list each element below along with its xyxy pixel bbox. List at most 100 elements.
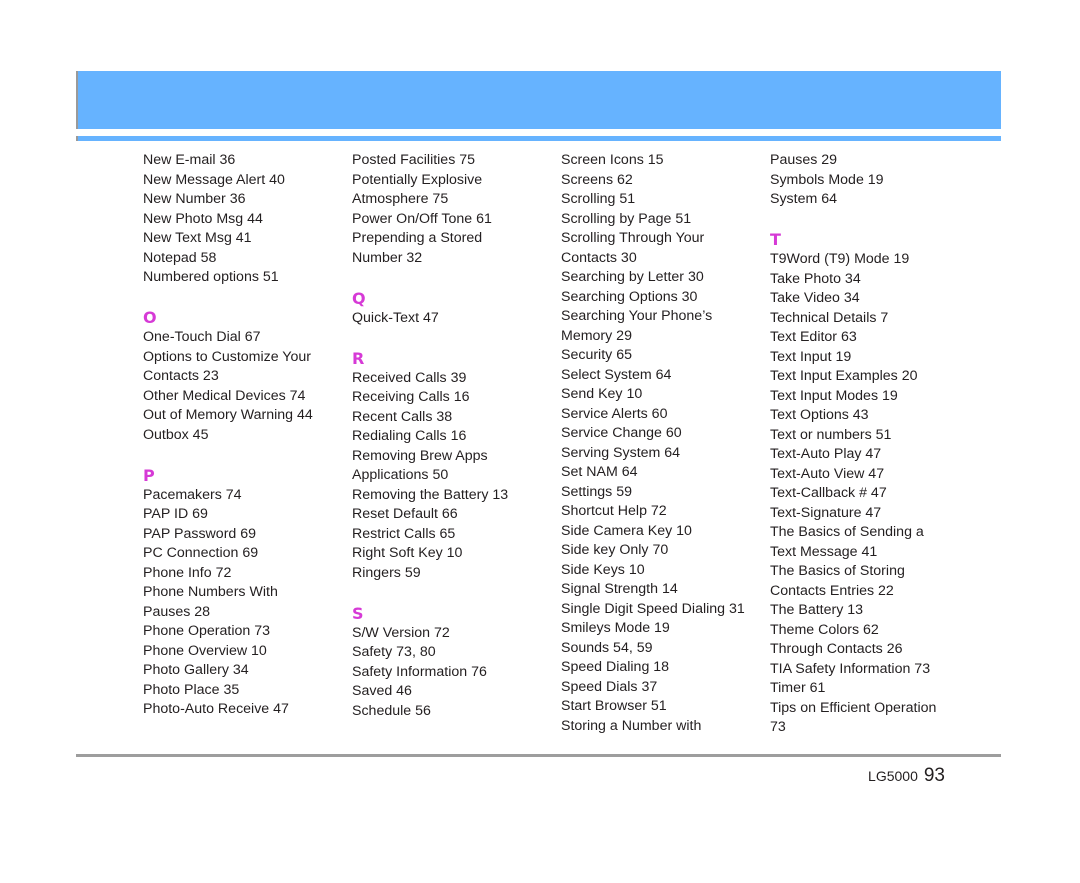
index-entry: New Photo Msg 44 [143,210,263,227]
index-entry: Take Photo 34 [770,270,861,287]
footer-rule [76,754,1001,757]
index-column-3: Screen Icons 15 Screens 62 Scrolling 51 Scr… [561,151,766,736]
page-number: 93 [923,765,945,786]
index-entry: Outbox 45 [143,426,209,443]
index-entry: Start Browser 51 [561,698,667,714]
index-entry: New Message Alert 40 [143,171,285,188]
index-entry: Photo Gallery 34 [143,662,249,678]
index-entry: Other Medical Devices 74 [143,387,306,404]
index-entry: Text-Auto View 47 [770,465,885,482]
index-entry: Reset Default 66 [352,506,458,522]
index-entry: Storing a Number with [561,717,702,734]
index-entry: Shortcut Help 72 [561,503,667,519]
index-column-2: Posted Facilities 75 Potentially Explosiv… [352,151,557,721]
index-entry: Text Input Modes 19 [770,387,898,404]
index-entry: Text-Callback # 47 [770,485,887,501]
index-entry: Send Key 10 [561,386,643,402]
index-entry: Searching Your Phone’s [561,308,713,324]
index-entry: Serving System 64 [561,444,681,461]
index-entry: Saved 46 [352,683,412,699]
index-entry: One-Touch Dial 67 [143,329,261,345]
index-entry: Notepad 58 [143,249,217,266]
index-entry: Speed Dials 37 [561,678,658,695]
index-entry: Signal Strength 14 [561,581,678,597]
index-entry: Take Video 34 [770,290,860,306]
index-entry: Phone Numbers With [143,584,278,600]
index-entry: Text Message 41 [770,543,878,560]
index-entry: Potentially Explosive [352,171,483,188]
index-entry: The Basics of Sending a [770,524,924,540]
index-entry: Photo Place 35 [143,681,240,698]
index-entry: Restrict Calls 65 [352,525,456,542]
index-entry: Removing the Battery 13 [352,486,509,503]
index-entry: Schedule 56 [352,702,431,719]
index-entry: Safety 73, 80 [352,644,436,660]
index-entry: Received Calls 39 [352,369,467,386]
letter-heading-o: O [143,308,157,327]
header-strip [76,136,1001,141]
index-entry: Applications 50 [352,467,449,483]
index-entry: Text-Auto Play 47 [770,446,882,462]
index-entry: Smileys Mode 19 [561,620,670,636]
index-entry: Atmosphere 75 [352,191,449,207]
index-entry: S/W Version 72 [352,624,450,641]
index-entry: Power On/Off Tone 61 [352,210,492,227]
index-entry: Set NAM 64 [561,464,638,480]
letter-heading-t: T [770,230,781,249]
index-entry: Pauses 28 [143,603,211,620]
index-entry: Searching by Letter 30 [561,269,704,285]
index-entry: Technical Details 7 [770,309,889,326]
index-entry: TIA Safety Information 73 [770,660,931,677]
index-entry: Safety Information 76 [352,663,487,680]
index-entry: Receiving Calls 16 [352,389,470,405]
index-entry: Redialing Calls 16 [352,428,467,444]
letter-heading-r: R [352,348,365,368]
index-entry: Phone Overview 10 [143,642,267,659]
index-entry: Security 65 [561,347,632,363]
index-entry: Right Soft Key 10 [352,545,463,561]
letter-heading-s: S [352,603,364,623]
index-entry: Phone Operation 73 [143,623,270,639]
index-entry: The Basics of Storing [770,563,905,579]
index-entry: Screen Icons 15 [561,152,664,168]
index-entry: Symbols Mode 19 [770,171,884,188]
index-entry: Options to Customize Your [143,348,311,365]
page-footer: LG5000 93 [868,765,945,787]
index-entry: Number 32 [352,249,423,266]
letter-heading-p: P [143,465,155,485]
index-entry: Scrolling Through Your [561,230,705,246]
index-entry: Removing Brew Apps [352,447,488,464]
index-column-4: Pauses 29 Symbols Mode 19 System 64 T T9Word… [770,151,975,738]
index-entry: Posted Facilities 75 [352,152,476,168]
index-entry: System 64 [770,191,838,207]
index-entry: Theme Colors 62 [770,621,879,638]
index-entry: Sounds 54, 59 [561,639,653,656]
index-entry: Service Alerts 60 [561,405,668,422]
index-entry: Recent Calls 38 [352,408,453,425]
index-entry: Contacts Entries 22 [770,582,894,599]
index-entry: Single Digit Speed Dialing 31 [561,600,745,617]
index-entry: Pacemakers 74 [143,486,242,503]
index-entry: PC Connection 69 [143,545,259,561]
letter-heading-q: Q [352,288,366,308]
index-entry: Numbered options 51 [143,269,279,285]
index-entry: Text Input 19 [770,348,852,365]
index-entry: Quick-Text 47 [352,309,439,326]
index-entry: Text-Signature 47 [770,504,882,521]
index-entry: Text Input Examples 20 [770,368,918,384]
header-band [76,71,1001,129]
index-entry: Prepending a Stored [352,230,483,246]
index-entry: Searching Options 30 [561,288,698,305]
index-entry: Ringers 59 [352,564,421,581]
index-entry: PAP ID 69 [143,506,208,522]
index-entry: Contacts 30 [561,249,637,266]
index-entry: Side key Only 70 [561,542,669,558]
index-entry: T9Word (T9) Mode 19 [770,251,910,267]
index-entry: Side Keys 10 [561,561,645,578]
index-entry: Phone Info 72 [143,564,232,581]
index-entry: Settings 59 [561,483,632,500]
index-entry: Out of Memory Warning 44 [143,407,313,423]
index-entry: Scrolling 51 [561,191,636,207]
index-entry: Screens 62 [561,171,633,188]
index-entry: Side Camera Key 10 [561,522,692,539]
